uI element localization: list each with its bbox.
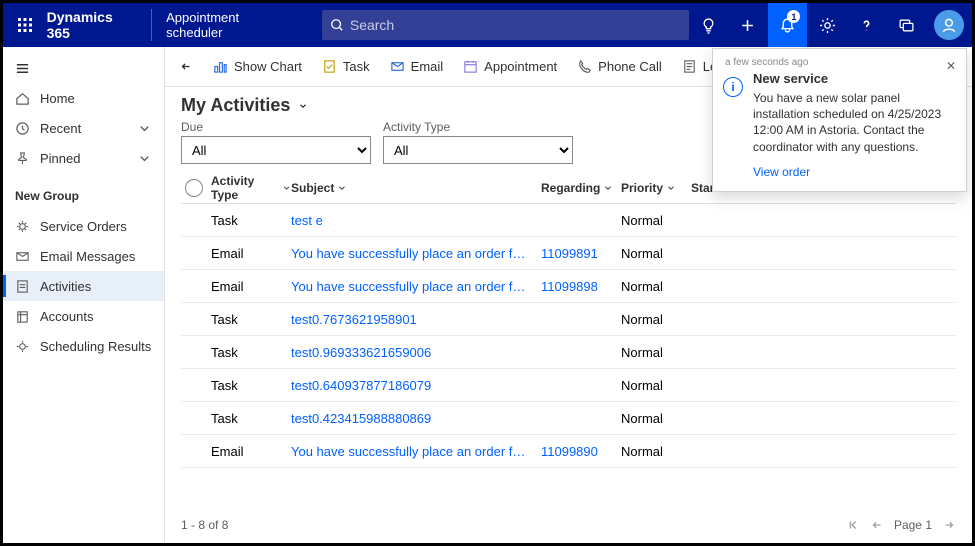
gear-icon[interactable]: [807, 3, 847, 47]
col-regarding[interactable]: Regarding: [541, 181, 621, 195]
chat-icon[interactable]: [887, 3, 927, 47]
sidebar: Home Recent Pinned New Group Service Ord…: [3, 47, 165, 543]
cell-priority: Normal: [621, 312, 691, 327]
cell-activity-type: Task: [211, 411, 291, 426]
email-button[interactable]: Email: [382, 51, 452, 83]
activity-type-filter-label: Activity Type: [383, 120, 573, 134]
due-filter[interactable]: All: [181, 136, 371, 164]
chevron-down-icon[interactable]: [298, 101, 308, 111]
table-row[interactable]: Task test e Normal: [181, 204, 956, 237]
sidebar-item-label: Service Orders: [40, 219, 127, 234]
sidebar-item-label: Activities: [40, 279, 91, 294]
back-button[interactable]: [171, 51, 201, 83]
cell-priority: Normal: [621, 411, 691, 426]
app-name: Appointment scheduler: [152, 10, 312, 40]
cell-activity-type: Email: [211, 246, 291, 261]
lightbulb-icon[interactable]: [689, 3, 729, 47]
appointment-button[interactable]: Appointment: [455, 51, 565, 83]
notifications-icon[interactable]: 1: [768, 3, 808, 47]
phone-call-button[interactable]: Phone Call: [569, 51, 670, 83]
sidebar-item-activities[interactable]: Activities: [3, 271, 164, 301]
toast-body: You have a new solar panel installation …: [753, 90, 954, 155]
sidebar-item-accounts[interactable]: Accounts: [3, 301, 164, 331]
cell-priority: Normal: [621, 213, 691, 228]
select-all[interactable]: [185, 179, 203, 197]
search-placeholder: Search: [350, 17, 394, 33]
sidebar-pinned[interactable]: Pinned: [3, 143, 164, 173]
info-icon: i: [723, 77, 743, 97]
cell-priority: Normal: [621, 378, 691, 393]
sidebar-home[interactable]: Home: [3, 83, 164, 113]
sidebar-recent-label: Recent: [40, 121, 81, 136]
global-topbar: Dynamics 365 Appointment scheduler Searc…: [3, 3, 972, 47]
page-indicator: Page 1: [894, 518, 932, 532]
hamburger-icon[interactable]: [3, 53, 164, 83]
prev-page-icon[interactable]: [870, 518, 884, 532]
cell-activity-type: Task: [211, 378, 291, 393]
toast-time: a few seconds ago: [725, 57, 808, 68]
table-row[interactable]: Task test0.423415988880869 Normal: [181, 402, 956, 435]
cell-subject[interactable]: You have successfully place an order for…: [291, 246, 541, 261]
notif-badge: 1: [787, 10, 800, 23]
search-icon: [330, 18, 344, 32]
cell-subject[interactable]: test0.969333621659006: [291, 345, 541, 360]
cell-subject[interactable]: test0.423415988880869: [291, 411, 541, 426]
sidebar-item-label: Email Messages: [40, 249, 135, 264]
table-row[interactable]: Email You have successfully place an ord…: [181, 237, 956, 270]
toast-close-icon[interactable]: ✕: [946, 59, 956, 73]
table-row[interactable]: Email You have successfully place an ord…: [181, 435, 956, 468]
global-search[interactable]: Search: [322, 10, 689, 40]
cell-subject[interactable]: You have successfully place an order for…: [291, 279, 541, 294]
row-count: 1 - 8 of 8: [181, 518, 228, 532]
cell-subject[interactable]: test0.7673621958901: [291, 312, 541, 327]
col-subject[interactable]: Subject: [291, 181, 541, 195]
table-row[interactable]: Email You have successfully place an ord…: [181, 270, 956, 303]
table-row[interactable]: Task test0.640937877186079 Normal: [181, 369, 956, 402]
sidebar-item-label: Scheduling Results: [40, 339, 151, 354]
view-title[interactable]: My Activities: [181, 95, 290, 116]
cell-activity-type: Email: [211, 444, 291, 459]
cell-subject[interactable]: test0.640937877186079: [291, 378, 541, 393]
cell-priority: Normal: [621, 246, 691, 261]
cell-regarding[interactable]: 11099898: [541, 279, 621, 294]
table-row[interactable]: Task test0.7673621958901 Normal: [181, 303, 956, 336]
help-icon[interactable]: [847, 3, 887, 47]
cell-activity-type: Email: [211, 279, 291, 294]
due-filter-label: Due: [181, 120, 371, 134]
sidebar-item-service-orders[interactable]: Service Orders: [3, 211, 164, 241]
cell-subject[interactable]: test e: [291, 213, 541, 228]
sidebar-home-label: Home: [40, 91, 75, 106]
toast-action-link[interactable]: View order: [753, 165, 810, 179]
next-page-icon[interactable]: [942, 518, 956, 532]
toast-title: New service: [753, 71, 954, 86]
sidebar-item-label: Accounts: [40, 309, 93, 324]
task-button[interactable]: Task: [314, 51, 378, 83]
cell-regarding[interactable]: 11099890: [541, 444, 621, 459]
cell-subject[interactable]: You have successfully place an order for…: [291, 444, 541, 459]
cell-activity-type: Task: [211, 213, 291, 228]
cell-priority: Normal: [621, 444, 691, 459]
sidebar-group-label: New Group: [3, 181, 164, 211]
app-launcher-icon[interactable]: [3, 17, 47, 33]
cell-activity-type: Task: [211, 312, 291, 327]
show-chart-button[interactable]: Show Chart: [205, 51, 310, 83]
sidebar-item-scheduling-results[interactable]: Scheduling Results: [3, 331, 164, 361]
sidebar-item-email-messages[interactable]: Email Messages: [3, 241, 164, 271]
notification-toast: a few seconds ago ✕ i New service You ha…: [712, 48, 967, 192]
sidebar-pinned-label: Pinned: [40, 151, 80, 166]
cell-priority: Normal: [621, 279, 691, 294]
col-activity-type[interactable]: Activity Type: [211, 174, 291, 202]
cell-priority: Normal: [621, 345, 691, 360]
activity-type-filter[interactable]: All: [383, 136, 573, 164]
sidebar-recent[interactable]: Recent: [3, 113, 164, 143]
cell-regarding[interactable]: 11099891: [541, 246, 621, 261]
cell-activity-type: Task: [211, 345, 291, 360]
brand-name[interactable]: Dynamics 365: [47, 9, 153, 41]
table-row[interactable]: Task test0.969333621659006 Normal: [181, 336, 956, 369]
plus-icon[interactable]: [728, 3, 768, 47]
first-page-icon[interactable]: [846, 518, 860, 532]
col-priority[interactable]: Priority: [621, 181, 691, 195]
user-avatar[interactable]: [934, 10, 964, 40]
